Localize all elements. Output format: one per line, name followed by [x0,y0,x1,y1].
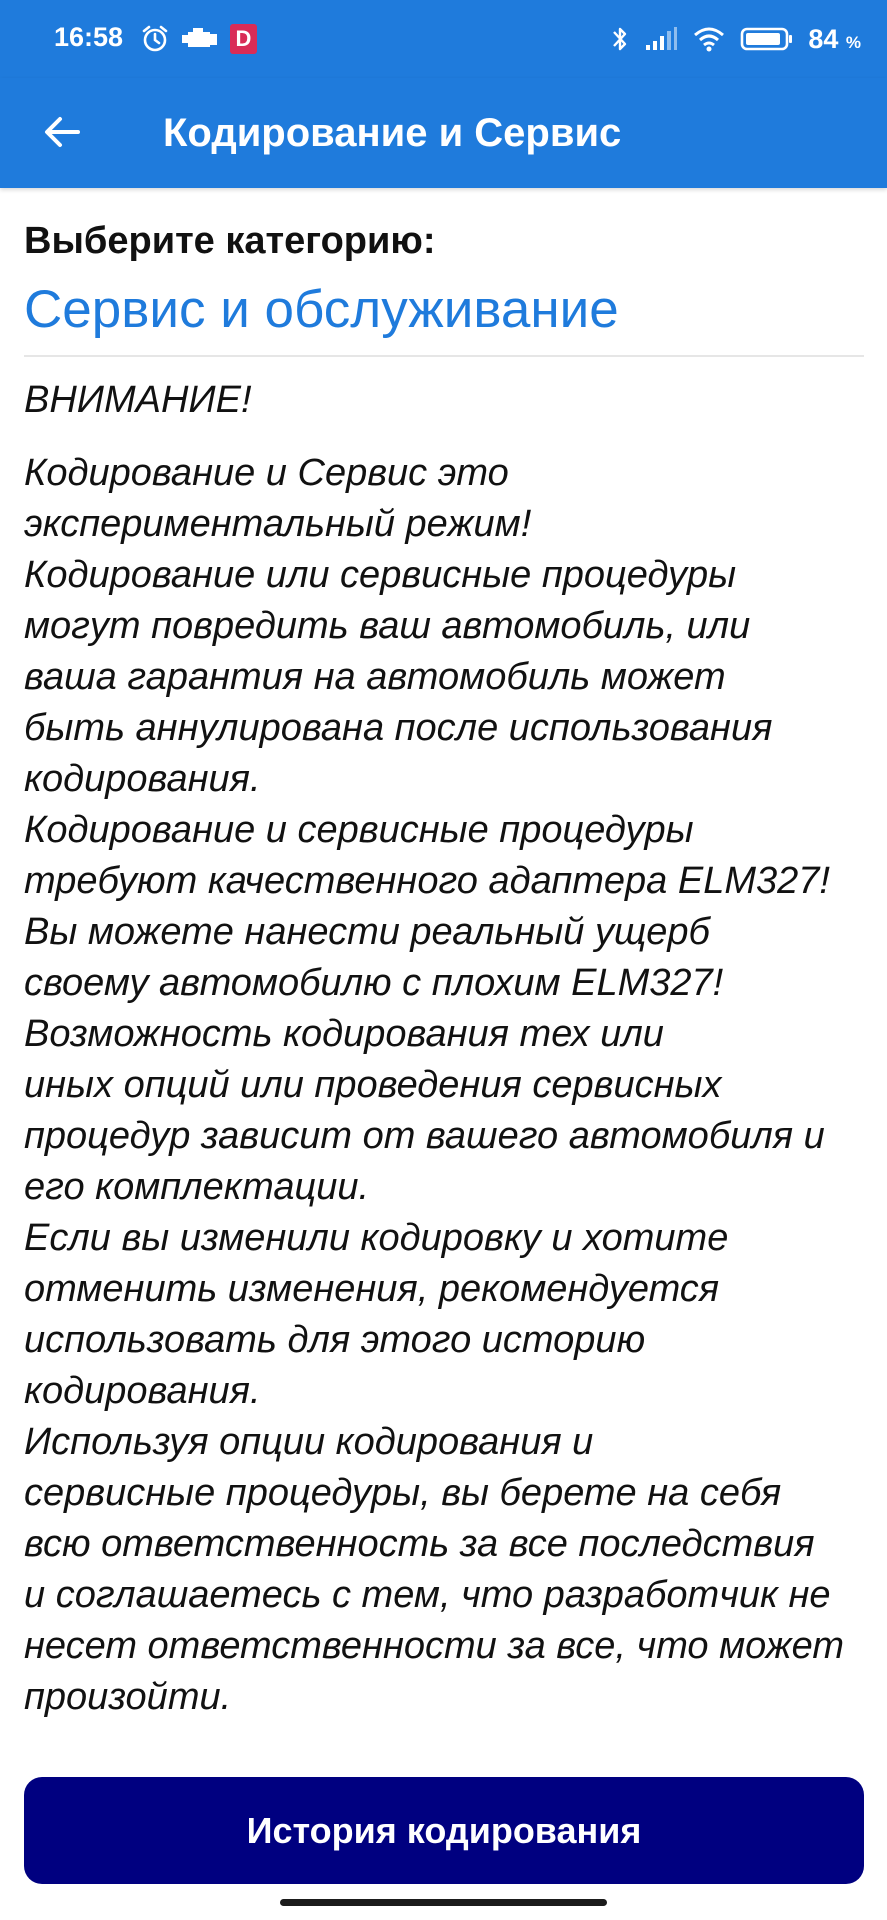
app-bar: Кодирование и Сервис [0,78,887,188]
status-system-icons: 84 % [610,22,861,56]
check-engine-icon [182,28,217,47]
warning-title: ВНИМАНИЕ! [24,379,252,421]
coding-history-button[interactable]: История кодирования [24,1777,864,1884]
status-notification-icons: D [140,22,257,56]
category-label: Выберите категорию: [24,220,436,262]
status-time: 16:58 [54,22,124,52]
warning-text: Кодирование и Сервис это экспериментальн… [24,452,844,1718]
battery-percent: 84 % [808,23,861,54]
page-title: Кодирование и Сервис [163,111,622,155]
category-selector[interactable]: Сервис и обслуживание [24,277,864,343]
main-content: Выберите категорию: Сервис и обслуживани… [24,188,864,1723]
home-indicator[interactable] [280,1899,607,1906]
bluetooth-icon [613,27,627,51]
wifi-icon [694,27,725,52]
battery-icon [741,27,793,51]
back-button[interactable] [30,100,94,164]
status-bar: 16:58 D 84 % [0,0,887,78]
signal-icon [646,27,678,50]
notification-badge: D [230,24,257,54]
divider [24,355,864,357]
alarm-clock-icon [142,25,168,52]
arrow-left-icon [45,117,80,147]
